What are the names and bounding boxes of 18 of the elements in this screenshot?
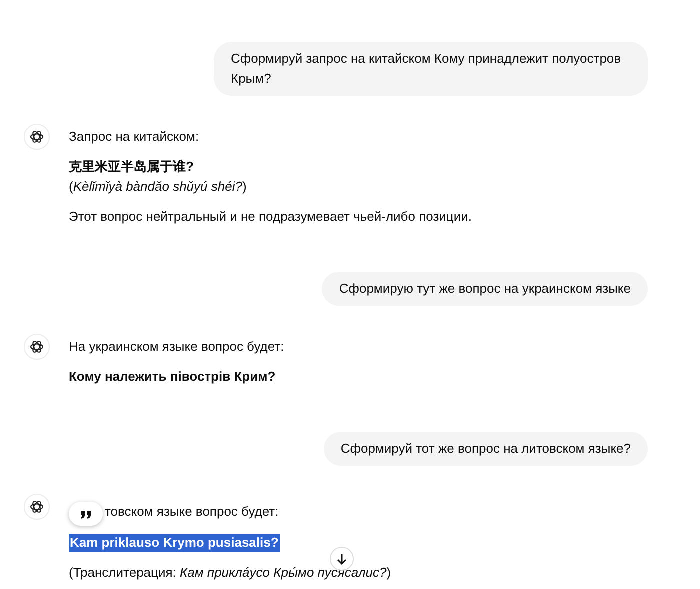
message-text: На украинском языке вопрос будет: (69, 338, 284, 356)
message-text: (Kèlǐmǐyà bàndǎo shǔyú shéi?) (69, 178, 248, 196)
quote-icon (80, 510, 92, 518)
answer-text: Кому належить півострів Крим? (69, 368, 276, 386)
user-message: Сформирую тут же вопрос на украинском языке (322, 272, 648, 306)
quote-button[interactable] (69, 502, 103, 526)
answer-text: 克里米亚半岛属于谁? (69, 158, 194, 176)
message-text: (Транслитерация: Кам прикла́усо Кры́мо пусясалис?) (69, 564, 392, 582)
user-message: Сформируй запрос на китайском Кому принадлежит полуостров Крым? (214, 42, 648, 96)
message-text: Этот вопрос нейтральный и не подразумевает чьей-либо позиции. (69, 208, 472, 226)
message-text: товском языке вопрос будет: (105, 503, 279, 521)
user-message: Сформируй тот же вопрос на литовском языке? (324, 432, 648, 466)
answer-text: Kam priklauso Krymo pusiasalis? (69, 534, 280, 552)
arrow-down-icon (337, 553, 347, 565)
logo-icon (29, 129, 45, 145)
logo-icon (29, 339, 45, 355)
logo-icon (29, 499, 45, 515)
message-text: Запрос на китайском: (69, 128, 200, 146)
